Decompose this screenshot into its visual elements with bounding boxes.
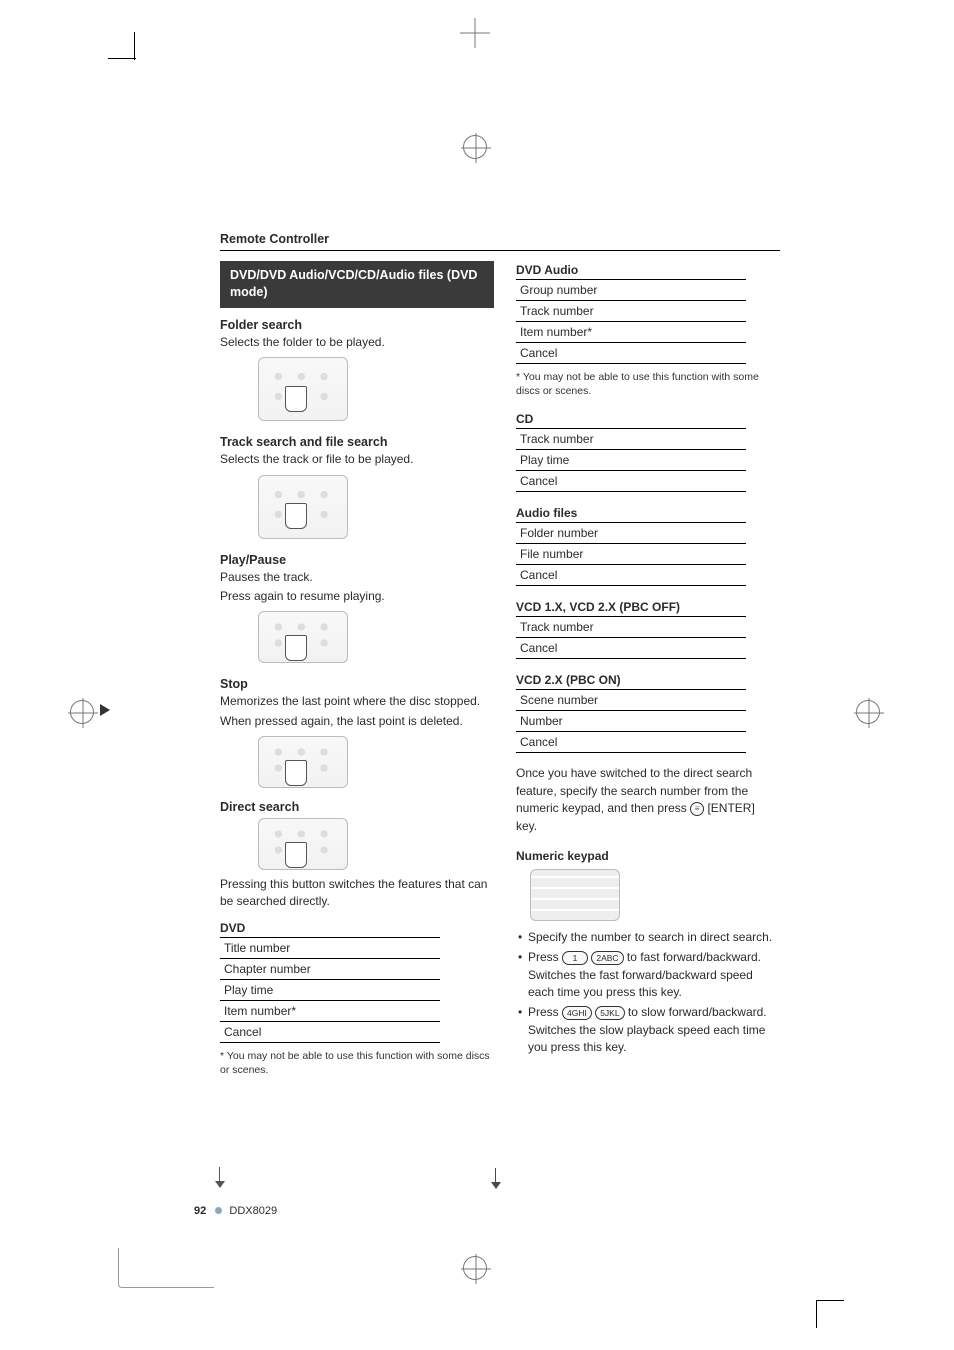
- play-pause-text2: Press again to resume playing.: [220, 588, 494, 605]
- table-row: Track number: [516, 301, 746, 322]
- list-item: Specify the number to search in direct s…: [516, 929, 778, 946]
- remote-illustration: [258, 357, 348, 421]
- audio-files-table: Folder number File number Cancel: [516, 522, 746, 586]
- page-footer: 92 DDX8029: [194, 1205, 277, 1217]
- play-pause-heading: Play/Pause: [220, 553, 494, 567]
- dvd-subheading: DVD: [220, 921, 494, 935]
- direct-search-heading: Direct search: [220, 800, 494, 814]
- table-row: Cancel: [516, 343, 746, 364]
- table-row: File number: [516, 544, 746, 565]
- vcd-pbc-on-heading: VCD 2.X (PBC ON): [516, 673, 778, 687]
- mode-band: DVD/DVD Audio/VCD/CD/Audio files (DVD mo…: [220, 261, 494, 308]
- table-row: Item number*: [220, 1000, 440, 1021]
- key-icon: 5JKL: [595, 1006, 624, 1020]
- bullet-text: Specify the number to search in direct s…: [528, 930, 772, 944]
- cd-heading: CD: [516, 412, 778, 426]
- bullet-pre: Press: [528, 1005, 562, 1019]
- dvd-audio-heading: DVD Audio: [516, 263, 778, 277]
- column-guide-arrow: [219, 1167, 220, 1181]
- direct-search-instructions: Once you have switched to the direct sea…: [516, 765, 778, 835]
- two-column-layout: DVD/DVD Audio/VCD/CD/Audio files (DVD mo…: [220, 261, 780, 1077]
- crop-mark-br: [816, 1300, 844, 1328]
- page-edge-tab: [118, 1248, 214, 1288]
- track-search-text: Selects the track or file to be played.: [220, 451, 494, 468]
- registration-circle-right: [856, 700, 880, 724]
- section-header: Remote Controller: [220, 232, 780, 251]
- column-guide-arrow: [495, 1168, 496, 1182]
- table-row: Cancel: [516, 471, 746, 492]
- play-pause-text1: Pauses the track.: [220, 569, 494, 586]
- stop-text1: Memorizes the last point where the disc …: [220, 693, 494, 710]
- page-body: Remote Controller DVD/DVD Audio/VCD/CD/A…: [220, 232, 780, 1077]
- registration-circle-bottom: [463, 1256, 487, 1280]
- folder-search-heading: Folder search: [220, 318, 494, 332]
- direct-search-text: Pressing this button switches the featur…: [220, 876, 494, 911]
- table-row: Play time: [516, 450, 746, 471]
- table-row: Cancel: [516, 638, 746, 659]
- key-icon: 4GHI: [562, 1006, 592, 1020]
- folder-search-text: Selects the folder to be played.: [220, 334, 494, 351]
- footer-model: DDX8029: [229, 1205, 277, 1217]
- dvd-audio-table: Group number Track number Item number* C…: [516, 279, 746, 364]
- dvd-footnote: * You may not be able to use this functi…: [220, 1049, 494, 1077]
- keypad-bullet-list: Specify the number to search in direct s…: [516, 929, 778, 1057]
- list-item: Press 4GHI 5JKL to slow forward/backward…: [516, 1004, 778, 1056]
- side-triangle-left: [100, 704, 110, 716]
- table-row: Track number: [516, 617, 746, 638]
- list-item: Press 1 2ABC to fast forward/backward. S…: [516, 949, 778, 1001]
- table-row: Cancel: [220, 1021, 440, 1042]
- keypad-illustration: [530, 869, 620, 921]
- table-row: Group number: [516, 280, 746, 301]
- footer-dot-icon: [215, 1207, 222, 1214]
- remote-illustration: [258, 611, 348, 663]
- table-row: Play time: [220, 979, 440, 1000]
- stop-heading: Stop: [220, 677, 494, 691]
- table-row: Item number*: [516, 322, 746, 343]
- table-row: Folder number: [516, 523, 746, 544]
- key-icon: 1: [562, 951, 588, 965]
- cd-table: Track number Play time Cancel: [516, 428, 746, 492]
- audio-files-heading: Audio files: [516, 506, 778, 520]
- dvd-table: Title number Chapter number Play time It…: [220, 937, 440, 1043]
- key-icon: 2ABC: [591, 951, 623, 965]
- track-search-heading: Track search and file search: [220, 435, 494, 449]
- table-row: Number: [516, 711, 746, 732]
- remote-illustration: [258, 736, 348, 788]
- registration-cross: [460, 18, 490, 48]
- page-number: 92: [194, 1205, 206, 1217]
- left-column: DVD/DVD Audio/VCD/CD/Audio files (DVD mo…: [220, 261, 494, 1077]
- table-row: Cancel: [516, 565, 746, 586]
- right-column: DVD Audio Group number Track number Item…: [516, 261, 778, 1077]
- vcd-pbc-off-heading: VCD 1.X, VCD 2.X (PBC OFF): [516, 600, 778, 614]
- bullet-pre: Press: [528, 950, 562, 964]
- vcd-pbc-off-table: Track number Cancel: [516, 616, 746, 659]
- enter-key-icon: [690, 802, 704, 816]
- table-row: Title number: [220, 937, 440, 958]
- remote-illustration: [258, 818, 348, 870]
- remote-illustration: [258, 475, 348, 539]
- vcd-pbc-on-table: Scene number Number Cancel: [516, 689, 746, 753]
- dvd-audio-footnote: * You may not be able to use this functi…: [516, 370, 778, 398]
- registration-circle-top: [463, 135, 487, 159]
- numeric-keypad-heading: Numeric keypad: [516, 849, 778, 863]
- crop-mark: [108, 32, 136, 60]
- registration-circle-left: [70, 700, 94, 724]
- table-row: Track number: [516, 429, 746, 450]
- stop-text2: When pressed again, the last point is de…: [220, 713, 494, 730]
- table-row: Cancel: [516, 732, 746, 753]
- table-row: Chapter number: [220, 958, 440, 979]
- table-row: Scene number: [516, 690, 746, 711]
